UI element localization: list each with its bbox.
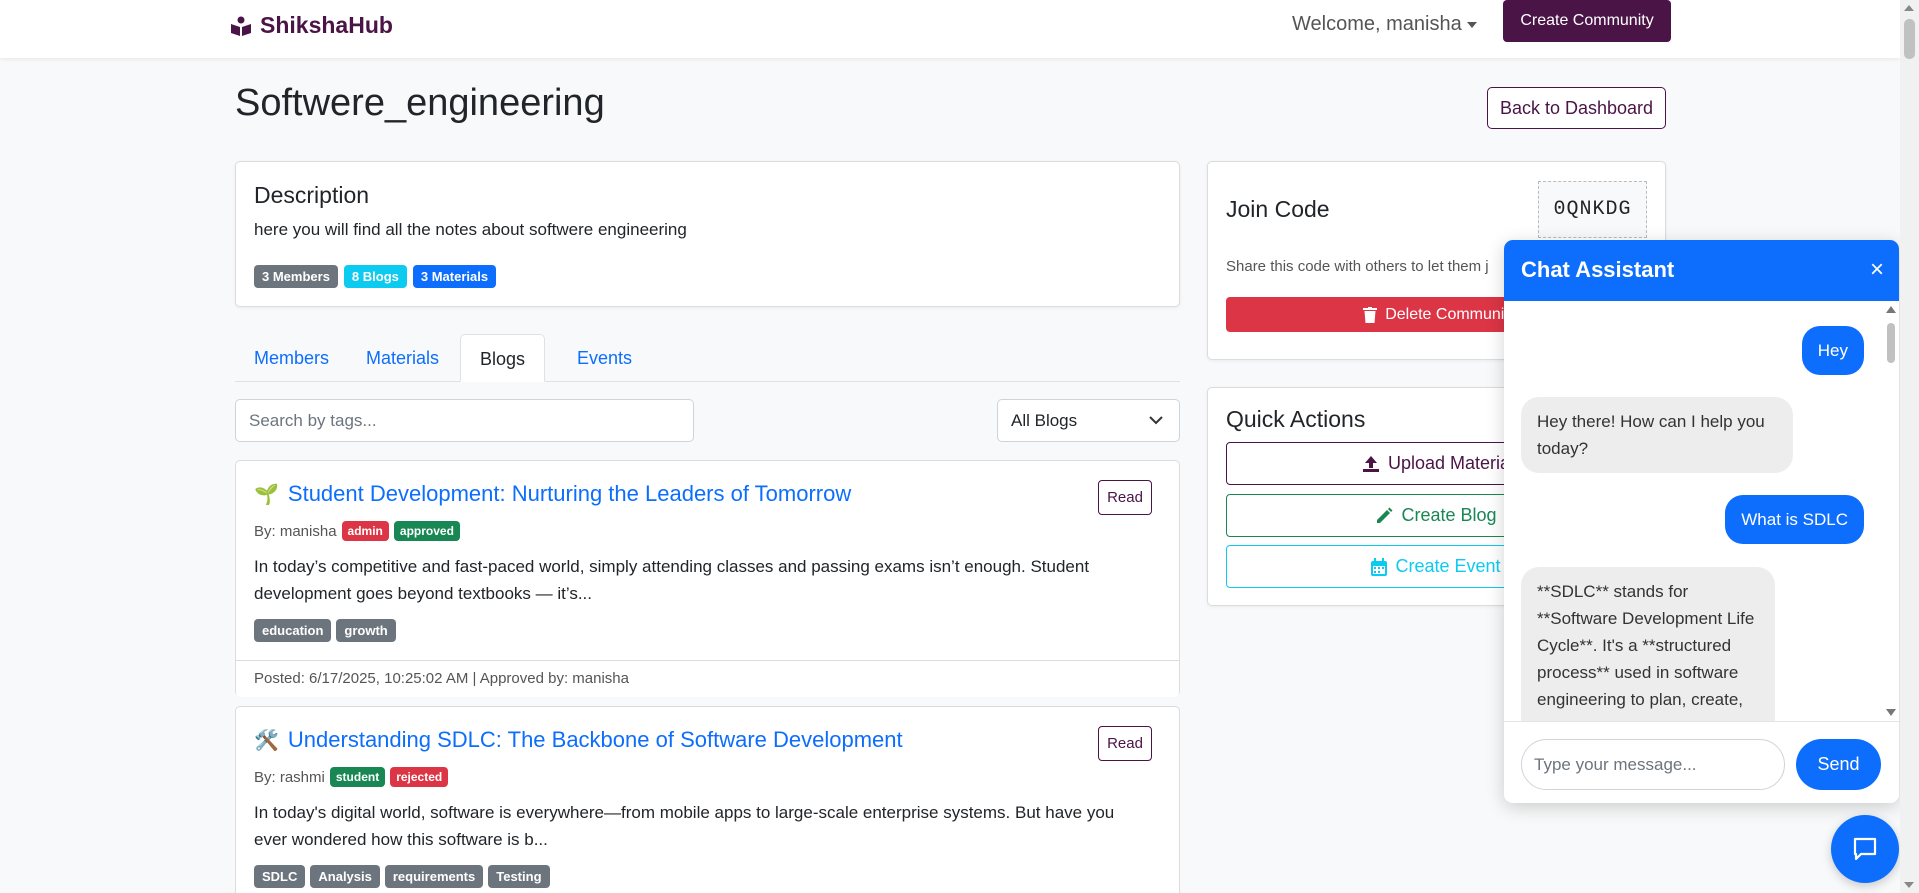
chat-header: Chat Assistant × xyxy=(1504,240,1899,301)
read-button[interactable]: Read xyxy=(1098,726,1152,761)
page-scrollbar-thumb[interactable] xyxy=(1904,19,1915,59)
blog-filter-value: All Blogs xyxy=(1011,411,1078,430)
blog-title-link[interactable]: 🛠️ Understanding SDLC: The Backbone of S… xyxy=(254,727,903,753)
blog-card: 🛠️ Understanding SDLC: The Backbone of S… xyxy=(235,706,1180,893)
back-to-dashboard-button[interactable]: Back to Dashboard xyxy=(1487,87,1666,129)
blog-tags: education growth xyxy=(254,619,396,642)
blogs-count-badge: 8 Blogs xyxy=(343,265,407,288)
tab-blogs[interactable]: Blogs xyxy=(460,334,546,382)
page-scrollbar[interactable] xyxy=(1900,0,1919,893)
caret-down-icon xyxy=(1466,21,1477,28)
chat-send-button[interactable]: Send xyxy=(1796,739,1881,790)
read-button[interactable]: Read xyxy=(1098,480,1152,515)
tag-badge: Testing xyxy=(488,865,550,888)
page-title: Softwere_engineering xyxy=(235,82,605,124)
members-count-badge: 3 Members xyxy=(254,265,338,288)
status-badge: approved xyxy=(393,521,460,541)
tab-events[interactable]: Events xyxy=(558,334,651,382)
assistant-message: Hey there! How can I help you today? xyxy=(1521,397,1793,473)
chat-scrollbar[interactable] xyxy=(1884,303,1898,718)
navbar: ShikshaHub Welcome, manisha Create Commu… xyxy=(0,0,1900,58)
blog-excerpt: In today’s competitive and fast-paced wo… xyxy=(254,557,1090,603)
blog-byline: By: manisha admin approved xyxy=(254,521,460,541)
join-code-heading: Join Code xyxy=(1226,196,1330,222)
description-text: here you will find all the notes about s… xyxy=(254,220,687,239)
chat-footer: Send xyxy=(1504,721,1899,803)
blog-title: Understanding SDLC: The Backbone of Soft… xyxy=(287,727,903,752)
blog-card: 🌱 Student Development: Nurturing the Lea… xyxy=(235,460,1180,697)
user-message: What is SDLC xyxy=(1725,495,1864,544)
create-community-button[interactable]: Create Community xyxy=(1503,0,1671,42)
pencil-icon xyxy=(1377,507,1393,523)
brand-logo[interactable]: ShikshaHub xyxy=(230,12,393,39)
scroll-down-arrow-icon[interactable] xyxy=(1904,882,1914,888)
calendar-icon xyxy=(1371,557,1388,576)
blog-excerpt: In today's digital world, software is ev… xyxy=(254,803,1115,849)
blog-tags: SDLC Analysis requirements Testing xyxy=(254,865,550,888)
blog-title-link[interactable]: 🌱 Student Development: Nurturing the Lea… xyxy=(254,481,851,507)
user-menu[interactable]: Welcome, manisha xyxy=(1292,13,1477,36)
create-event-label: Create Event xyxy=(1395,556,1501,576)
tab-materials[interactable]: Materials xyxy=(347,334,458,382)
trash-icon xyxy=(1363,306,1378,323)
blog-filter-select[interactable]: All Blogs xyxy=(997,399,1180,442)
scroll-down-arrow-icon[interactable] xyxy=(1886,709,1896,716)
description-card: Description here you will find all the n… xyxy=(235,161,1180,307)
tag-badge: growth xyxy=(336,619,396,642)
blog-title: Student Development: Nurturing the Leade… xyxy=(287,481,852,506)
tag-badge: SDLC xyxy=(254,865,306,888)
blog-author: By: manisha xyxy=(254,522,337,540)
assistant-message: **SDLC** stands for **Software Developme… xyxy=(1521,567,1775,721)
join-code-hint: Share this code with others to let them … xyxy=(1226,258,1489,275)
chat-close-button[interactable]: × xyxy=(1870,258,1884,282)
tab-members[interactable]: Members xyxy=(235,334,348,382)
delete-community-label: Delete Communit xyxy=(1385,305,1509,323)
scroll-up-arrow-icon[interactable] xyxy=(1904,5,1914,11)
tag-badge: Analysis xyxy=(310,865,380,888)
chat-title: Chat Assistant xyxy=(1521,257,1675,282)
blog-byline: By: rashmi student rejected xyxy=(254,767,449,787)
chat-toggle-button[interactable] xyxy=(1831,815,1899,883)
upload-material-label: Upload Materia xyxy=(1387,453,1511,473)
role-badge: student xyxy=(329,767,386,787)
tag-badge: requirements xyxy=(384,865,484,888)
tabs: Members Materials Blogs Events xyxy=(235,334,1180,382)
role-badge: admin xyxy=(341,521,389,541)
scroll-up-arrow-icon[interactable] xyxy=(1886,306,1896,313)
chat-scrollbar-thumb[interactable] xyxy=(1887,323,1895,363)
seedling-icon: 🌱 xyxy=(254,483,279,506)
book-reader-icon xyxy=(231,16,251,36)
blog-footer: Posted: 6/17/2025, 10:25:02 AM | Approve… xyxy=(236,660,1179,697)
status-badge: rejected xyxy=(390,767,449,787)
quick-actions-heading: Quick Actions xyxy=(1226,406,1366,432)
brand-name: ShikshaHub xyxy=(260,12,393,38)
chat-messages[interactable]: Hey Hey there! How can I help you today?… xyxy=(1504,301,1899,721)
chevron-down-icon xyxy=(1149,416,1163,425)
chat-message-input[interactable] xyxy=(1521,739,1785,790)
description-heading: Description xyxy=(254,182,370,208)
chat-assistant-panel: Chat Assistant × Hey Hey there! How can … xyxy=(1504,240,1899,803)
join-code-value[interactable]: 0QNKDG xyxy=(1538,181,1647,238)
materials-count-badge: 3 Materials xyxy=(412,265,497,288)
blog-author: By: rashmi xyxy=(254,768,325,786)
welcome-text: Welcome, manisha xyxy=(1292,13,1462,35)
tools-icon: 🛠️ xyxy=(254,729,279,752)
chat-bubble-icon xyxy=(1853,837,1877,861)
tag-search-input[interactable] xyxy=(235,399,694,442)
stats-badges: 3 Members 8 Blogs 3 Materials xyxy=(254,265,497,288)
user-message: Hey xyxy=(1801,326,1864,375)
tag-badge: education xyxy=(254,619,332,642)
create-blog-label: Create Blog xyxy=(1401,505,1497,525)
upload-icon xyxy=(1362,455,1379,472)
